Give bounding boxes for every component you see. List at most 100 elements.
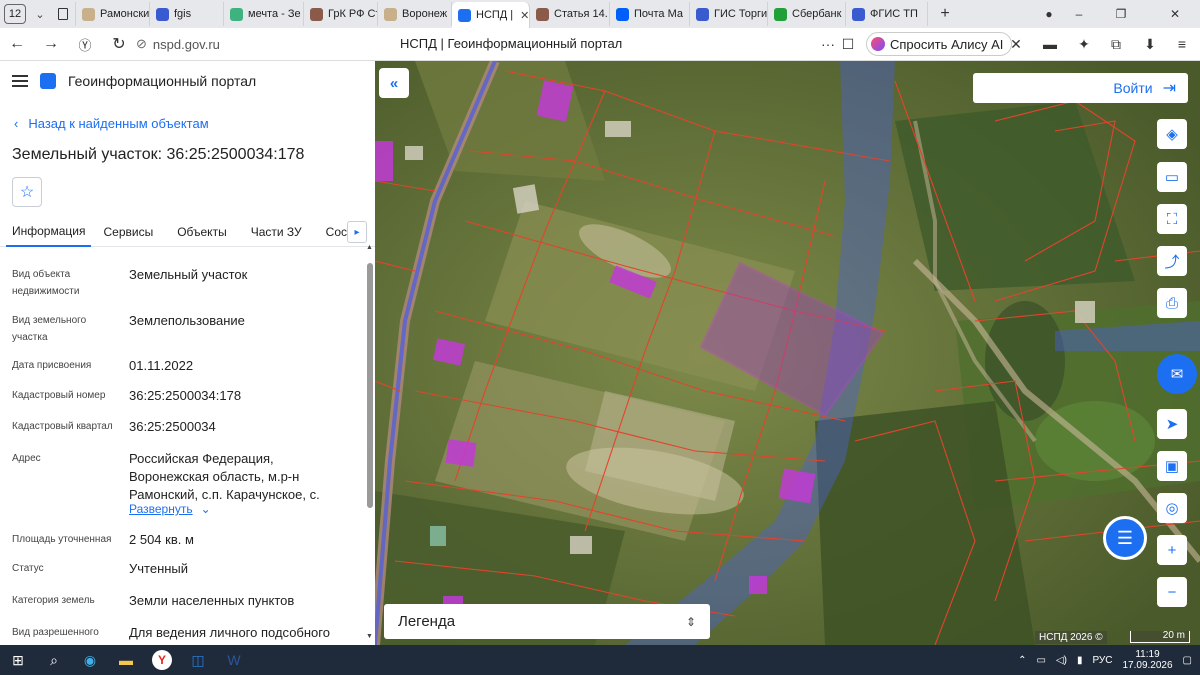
language-indicator[interactable]: РУС [1092,655,1112,666]
favicon-icon [310,7,323,21]
zoom-out-button[interactable]: − [1157,577,1187,607]
tab-label: Рамонски [100,8,150,20]
layers-button[interactable]: ◈ [1157,119,1187,149]
locate-button[interactable]: ➤ [1157,409,1187,439]
chevron-down-icon: ⌄ [200,502,211,516]
chevron-up-icon[interactable]: ⌃ [1018,655,1026,666]
clock[interactable]: 11:19 17.09.2026 [1122,649,1172,671]
legend-label: Легенда [398,613,456,630]
favicon-icon [616,7,629,21]
screenshot-icon[interactable]: ⧉ [1106,34,1126,54]
restore-button[interactable]: ❐ [1106,0,1136,28]
bookmark-icon[interactable]: ☐ [838,34,858,54]
alisa-label: Спросить Алису AI [890,36,1004,52]
scroll-down-arrow[interactable]: ▼ [366,633,373,640]
browser-tab[interactable]: Рамонски [76,2,150,26]
back-label: Назад к найденным объектам [28,116,209,131]
yandex-browser-icon[interactable]: Y [144,645,180,675]
tab-parts[interactable]: Части ЗУ [239,217,314,247]
edge-browser-icon[interactable]: ◉ [72,645,108,675]
yandex-icon[interactable]: Ⓨ [68,29,102,59]
outlook-icon[interactable]: ◫ [180,645,216,675]
file-explorer-icon[interactable]: ▬ [108,645,144,675]
battery-icon[interactable]: ▮ [1077,655,1083,666]
browser-tab-active[interactable]: НСПД | ✕ [452,2,530,28]
tab-label: НСПД | [476,9,514,21]
attribute-key: Кадастровый номер [12,390,106,401]
forward-arrow-icon[interactable]: → [34,29,68,59]
attribute-value: Земельный участок [129,267,248,282]
legend-toggle[interactable]: Легенда ⇕ [384,604,710,639]
favicon-icon [82,7,95,21]
share-button[interactable]: ⤴ [1157,246,1187,276]
browser-tab[interactable]: Сбербанк [768,2,846,26]
tools-icon[interactable]: ✕ [1006,34,1026,54]
more-dots-icon[interactable]: ··· [818,34,838,54]
navigation-arrow-icon: ➤ [1165,416,1179,433]
attribute-value: Российская Федерация, Воронежская област… [129,451,320,502]
browser-tab[interactable]: Почта Ма [610,2,690,26]
minimize-button[interactable]: – [1064,0,1094,28]
tab-count-button[interactable]: 12 [4,4,26,24]
minimap-button[interactable]: ▣ [1157,451,1187,481]
back-to-results-link[interactable]: ‹ Назад к найденным объектам [14,116,209,131]
word-icon[interactable]: W [216,645,252,675]
notifications-icon[interactable]: ▢ [1183,655,1192,666]
back-arrow-icon[interactable]: ← [0,29,34,59]
tab-services[interactable]: Сервисы [91,217,165,247]
browser-tab[interactable]: мечта - Зе [224,2,304,26]
reload-icon[interactable]: ↻ [102,29,136,59]
support-button[interactable]: ✉ [1157,354,1197,394]
tab-information[interactable]: Информация [6,217,92,247]
expand-address-link[interactable]: Развернуть ⌄ [129,502,211,516]
windows-start-icon[interactable]: ⊞ [0,645,36,675]
ruler-icon: ▭ [1164,169,1180,186]
collapse-panel-button[interactable]: « [379,68,409,98]
alisa-button[interactable]: Спросить Алису AI [866,32,1013,56]
browser-tab[interactable]: ГрК РФ Ст [304,2,378,26]
chevron-down-icon[interactable]: ⌄ [30,4,50,24]
map-view[interactable]: « Войти ⇥ ◈ ▭ ⛶ ⤴ ⎙ ✉ ➤ ▣ ◎ + − ☰ Легенд… [375,61,1200,645]
favorite-star-button[interactable]: ☆ [12,177,42,207]
new-tab-button[interactable]: + [934,3,956,25]
site-info-icon[interactable]: ⊘ [136,36,147,52]
search-icon[interactable]: ⌕ [36,645,72,675]
attribute-key: Статус [12,563,44,574]
ruler-button[interactable]: ▭ [1157,162,1187,192]
tab-objects[interactable]: Объекты [165,217,239,247]
tab-label: Сбербанк [792,8,842,20]
browser-tab[interactable]: Воронеж [378,2,452,26]
alisa-icon [871,37,885,51]
hamburger-menu-icon[interactable] [12,75,28,87]
browser-tab[interactable]: fgis [150,2,224,26]
browser-tab[interactable] [54,2,76,26]
close-window-button[interactable]: ✕ [1160,0,1190,28]
expand-label: Развернуть [129,502,193,516]
scroll-up-arrow[interactable]: ▲ [366,244,373,251]
collections-icon[interactable]: ▬ [1040,34,1060,54]
select-area-button[interactable]: ⛶ [1157,204,1187,234]
panel-scrollbar[interactable] [367,263,373,508]
zoom-in-button[interactable]: + [1157,535,1187,565]
browser-tab[interactable]: ФГИС ТП [846,2,928,26]
chat-button[interactable]: ☰ [1103,516,1147,560]
tabs-scroll-right-button[interactable]: ▸ [347,221,367,243]
geolocation-button[interactable]: ◎ [1157,493,1187,523]
print-button[interactable]: ⎙ [1157,288,1187,318]
browser-tab[interactable]: Статья 14. [530,2,610,26]
profile-icon[interactable]: ● [1034,0,1064,28]
close-tab-icon[interactable]: ✕ [520,9,529,22]
attribute-value: 36:25:2500034 [129,419,216,434]
clock-date: 17.09.2026 [1122,660,1173,671]
browser-tab[interactable]: ГИС Торги [690,2,768,26]
tab-label: ГрК РФ Ст [328,8,378,20]
url-field[interactable]: nspd.gov.ru [153,37,220,52]
network-icon[interactable]: ▭ [1036,655,1045,666]
star-icon: ☆ [19,184,35,201]
extensions-icon[interactable]: ✦ [1074,34,1094,54]
downloads-icon[interactable]: ⬇ [1140,34,1160,54]
attribute-value: Учтенный [129,561,189,576]
menu-icon[interactable]: ≡ [1172,34,1192,54]
login-button[interactable]: Войти ⇥ [973,73,1188,103]
volume-icon[interactable]: ◁) [1056,655,1067,666]
